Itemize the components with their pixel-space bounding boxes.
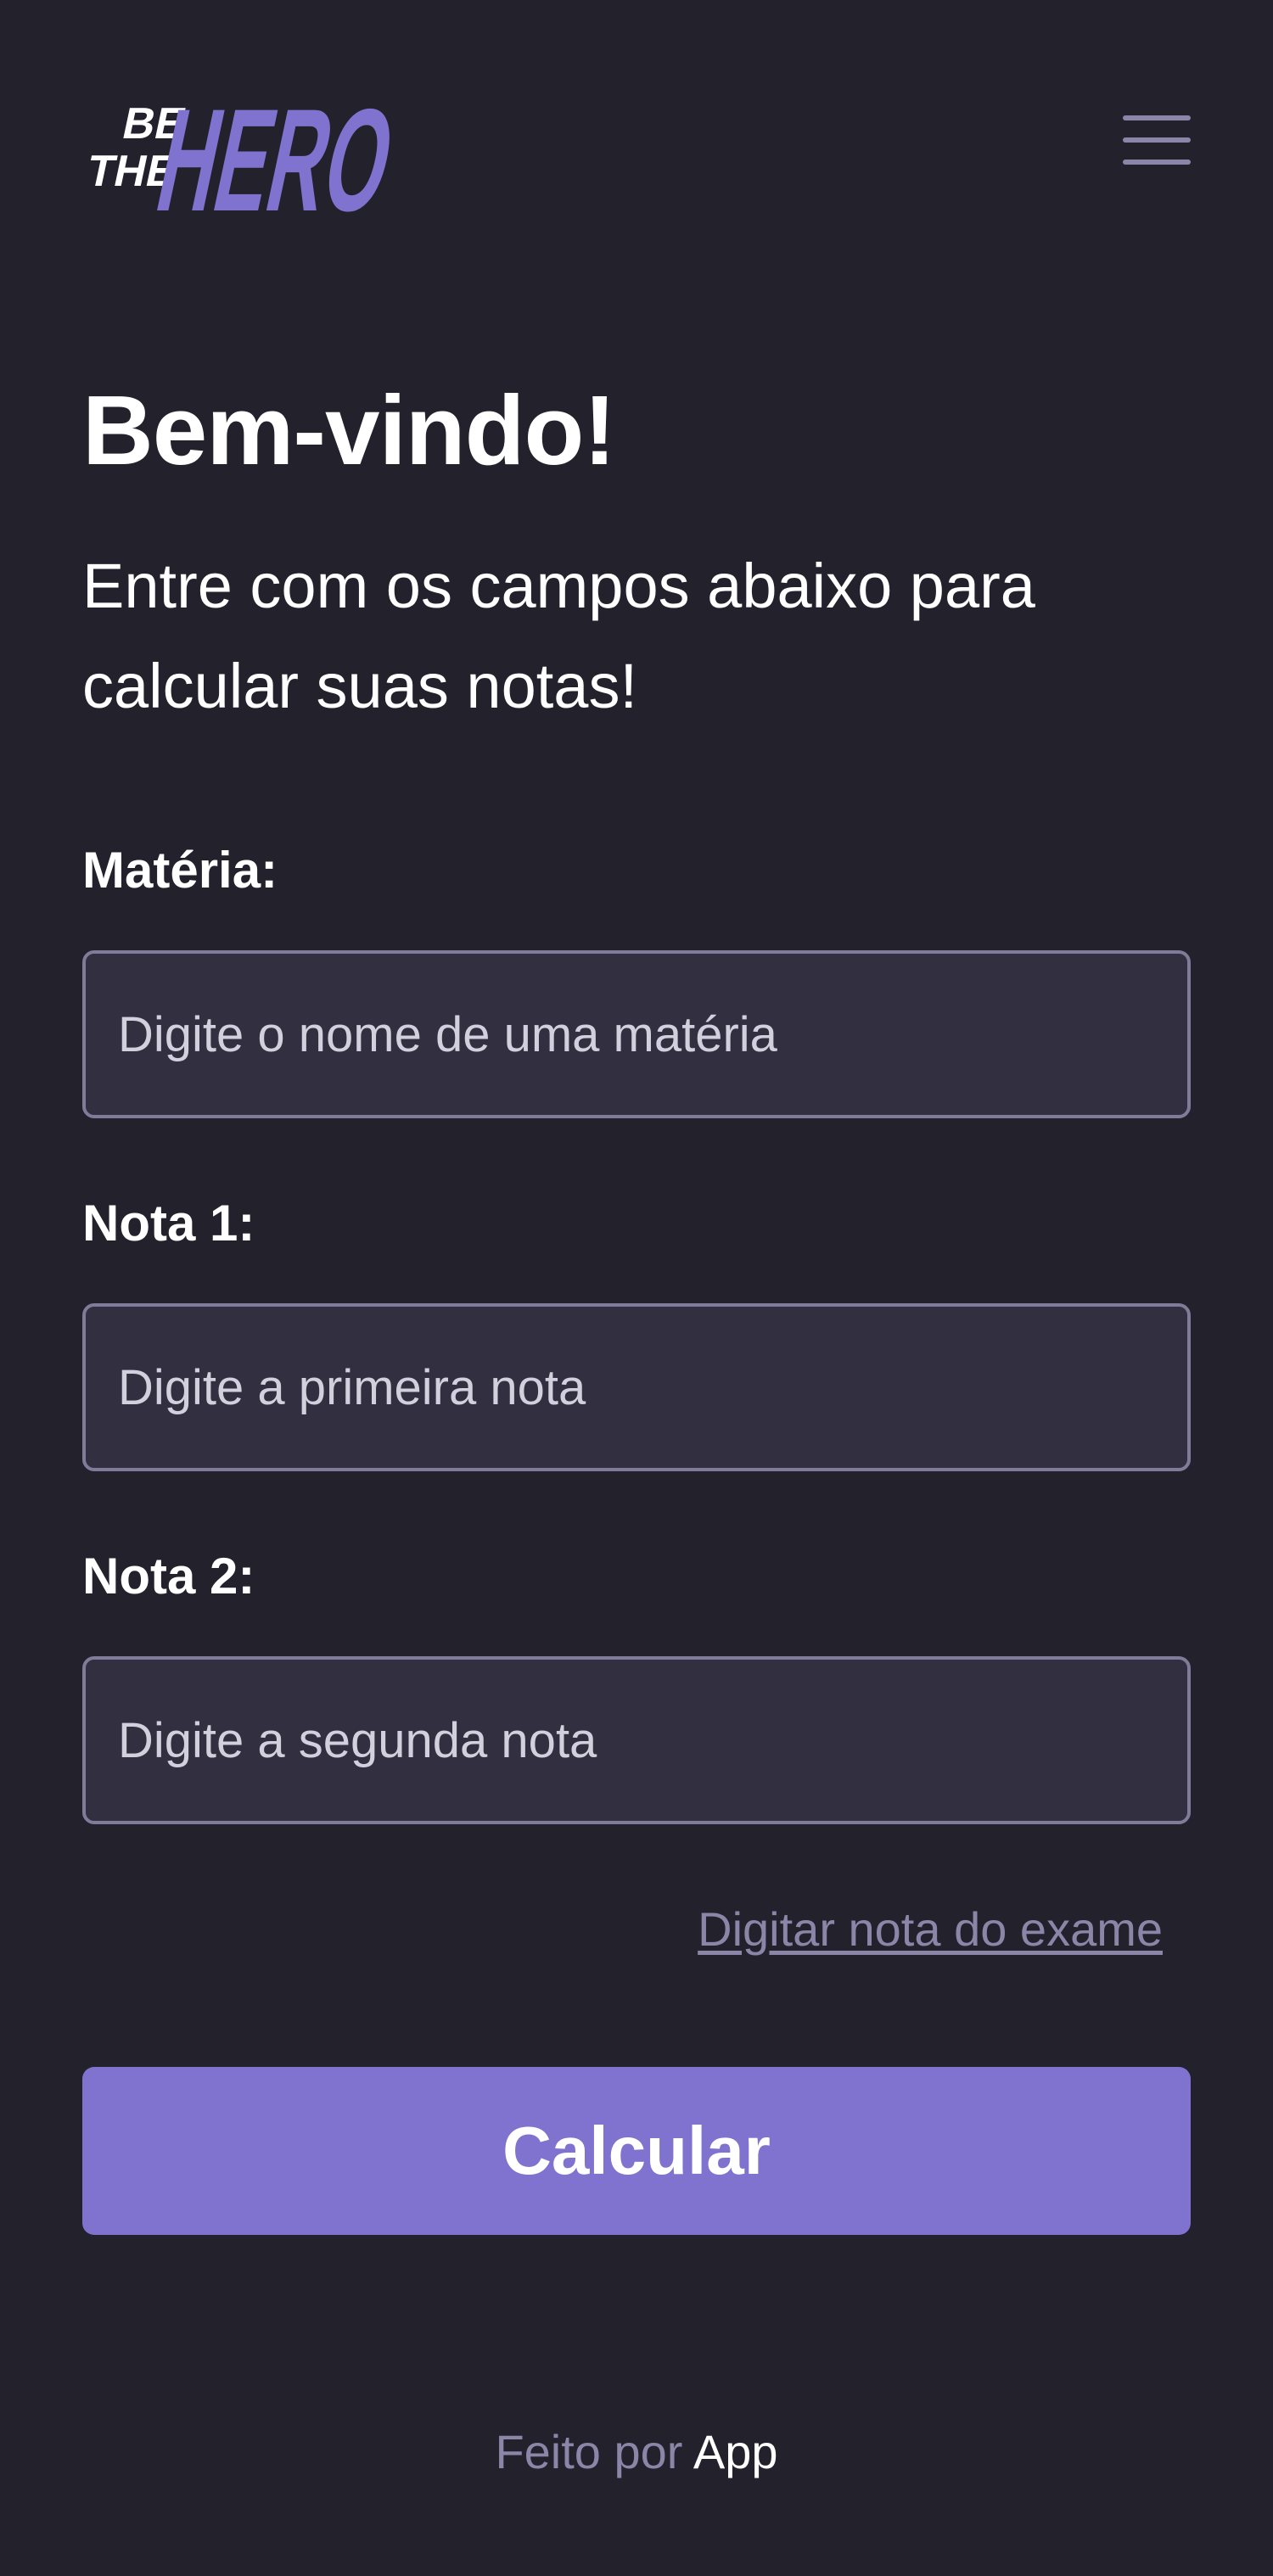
footer-author: App <box>693 2425 778 2478</box>
menu-bar <box>1123 115 1191 120</box>
header: BE THE HERO <box>82 78 1191 222</box>
subject-input[interactable] <box>82 950 1191 1118</box>
menu-bar <box>1123 160 1191 165</box>
page-subtitle: Entre com os campos abaixo para calcular… <box>82 551 1035 721</box>
grade2-label: Nota 2: <box>82 1548 255 1604</box>
page-title: Bem-vindo! <box>82 375 616 485</box>
grade2-input[interactable] <box>82 1656 1191 1824</box>
be-the-hero-logo: BE THE HERO <box>82 79 405 222</box>
footer-prefix: Feito por <box>495 2425 683 2478</box>
hamburger-menu-icon[interactable] <box>1123 115 1191 166</box>
subject-label: Matéria: <box>82 842 278 899</box>
logo-hero-text: HERO <box>145 79 405 222</box>
grade1-input[interactable] <box>82 1303 1191 1471</box>
menu-bar <box>1123 137 1191 143</box>
footer: Feito por App <box>82 2418 1191 2486</box>
calculate-button[interactable]: Calcular <box>82 2067 1191 2235</box>
exam-grade-link[interactable]: Digitar nota do exame <box>698 1896 1163 1963</box>
grade1-label: Nota 1: <box>82 1195 255 1252</box>
